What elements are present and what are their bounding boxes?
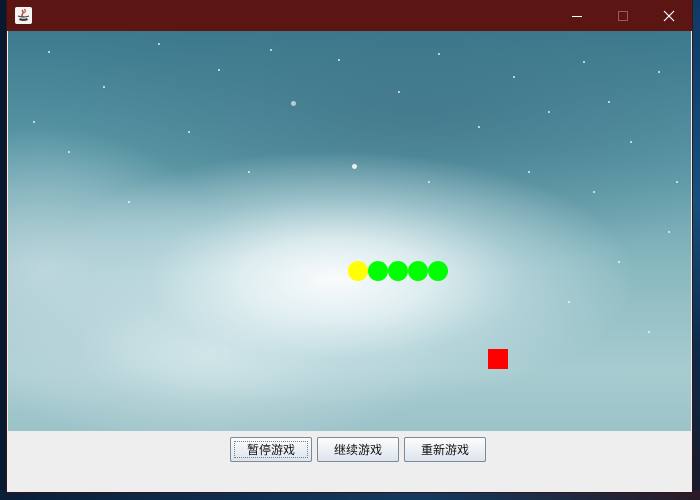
- control-panel: 暂停游戏 继续游戏 重新游戏: [8, 431, 691, 491]
- game-window: 暂停游戏 继续游戏 重新游戏: [7, 0, 692, 492]
- minimize-button[interactable]: [554, 0, 600, 31]
- food-block: [488, 349, 508, 369]
- restart-game-label: 重新游戏: [420, 443, 469, 457]
- minimize-icon: [572, 15, 582, 17]
- maximize-icon: [618, 10, 628, 21]
- snake-body-segment: [408, 261, 428, 281]
- game-board[interactable]: [8, 31, 691, 431]
- snake-body-segment: [428, 261, 448, 281]
- resume-game-button[interactable]: 继续游戏: [317, 437, 399, 462]
- snake-head: [348, 261, 368, 281]
- close-icon: [663, 10, 675, 21]
- resume-game-label: 继续游戏: [333, 443, 382, 457]
- title-bar[interactable]: [7, 0, 692, 31]
- pause-game-button[interactable]: 暂停游戏: [230, 437, 312, 462]
- desktop-background: [692, 0, 700, 500]
- restart-game-button[interactable]: 重新游戏: [404, 437, 486, 462]
- snake-body-segment: [388, 261, 408, 281]
- close-button[interactable]: [646, 0, 692, 31]
- pause-game-label: 暂停游戏: [246, 443, 295, 457]
- snake-body-segment: [368, 261, 388, 281]
- java-app-icon[interactable]: [15, 7, 32, 24]
- maximize-button[interactable]: [600, 0, 646, 31]
